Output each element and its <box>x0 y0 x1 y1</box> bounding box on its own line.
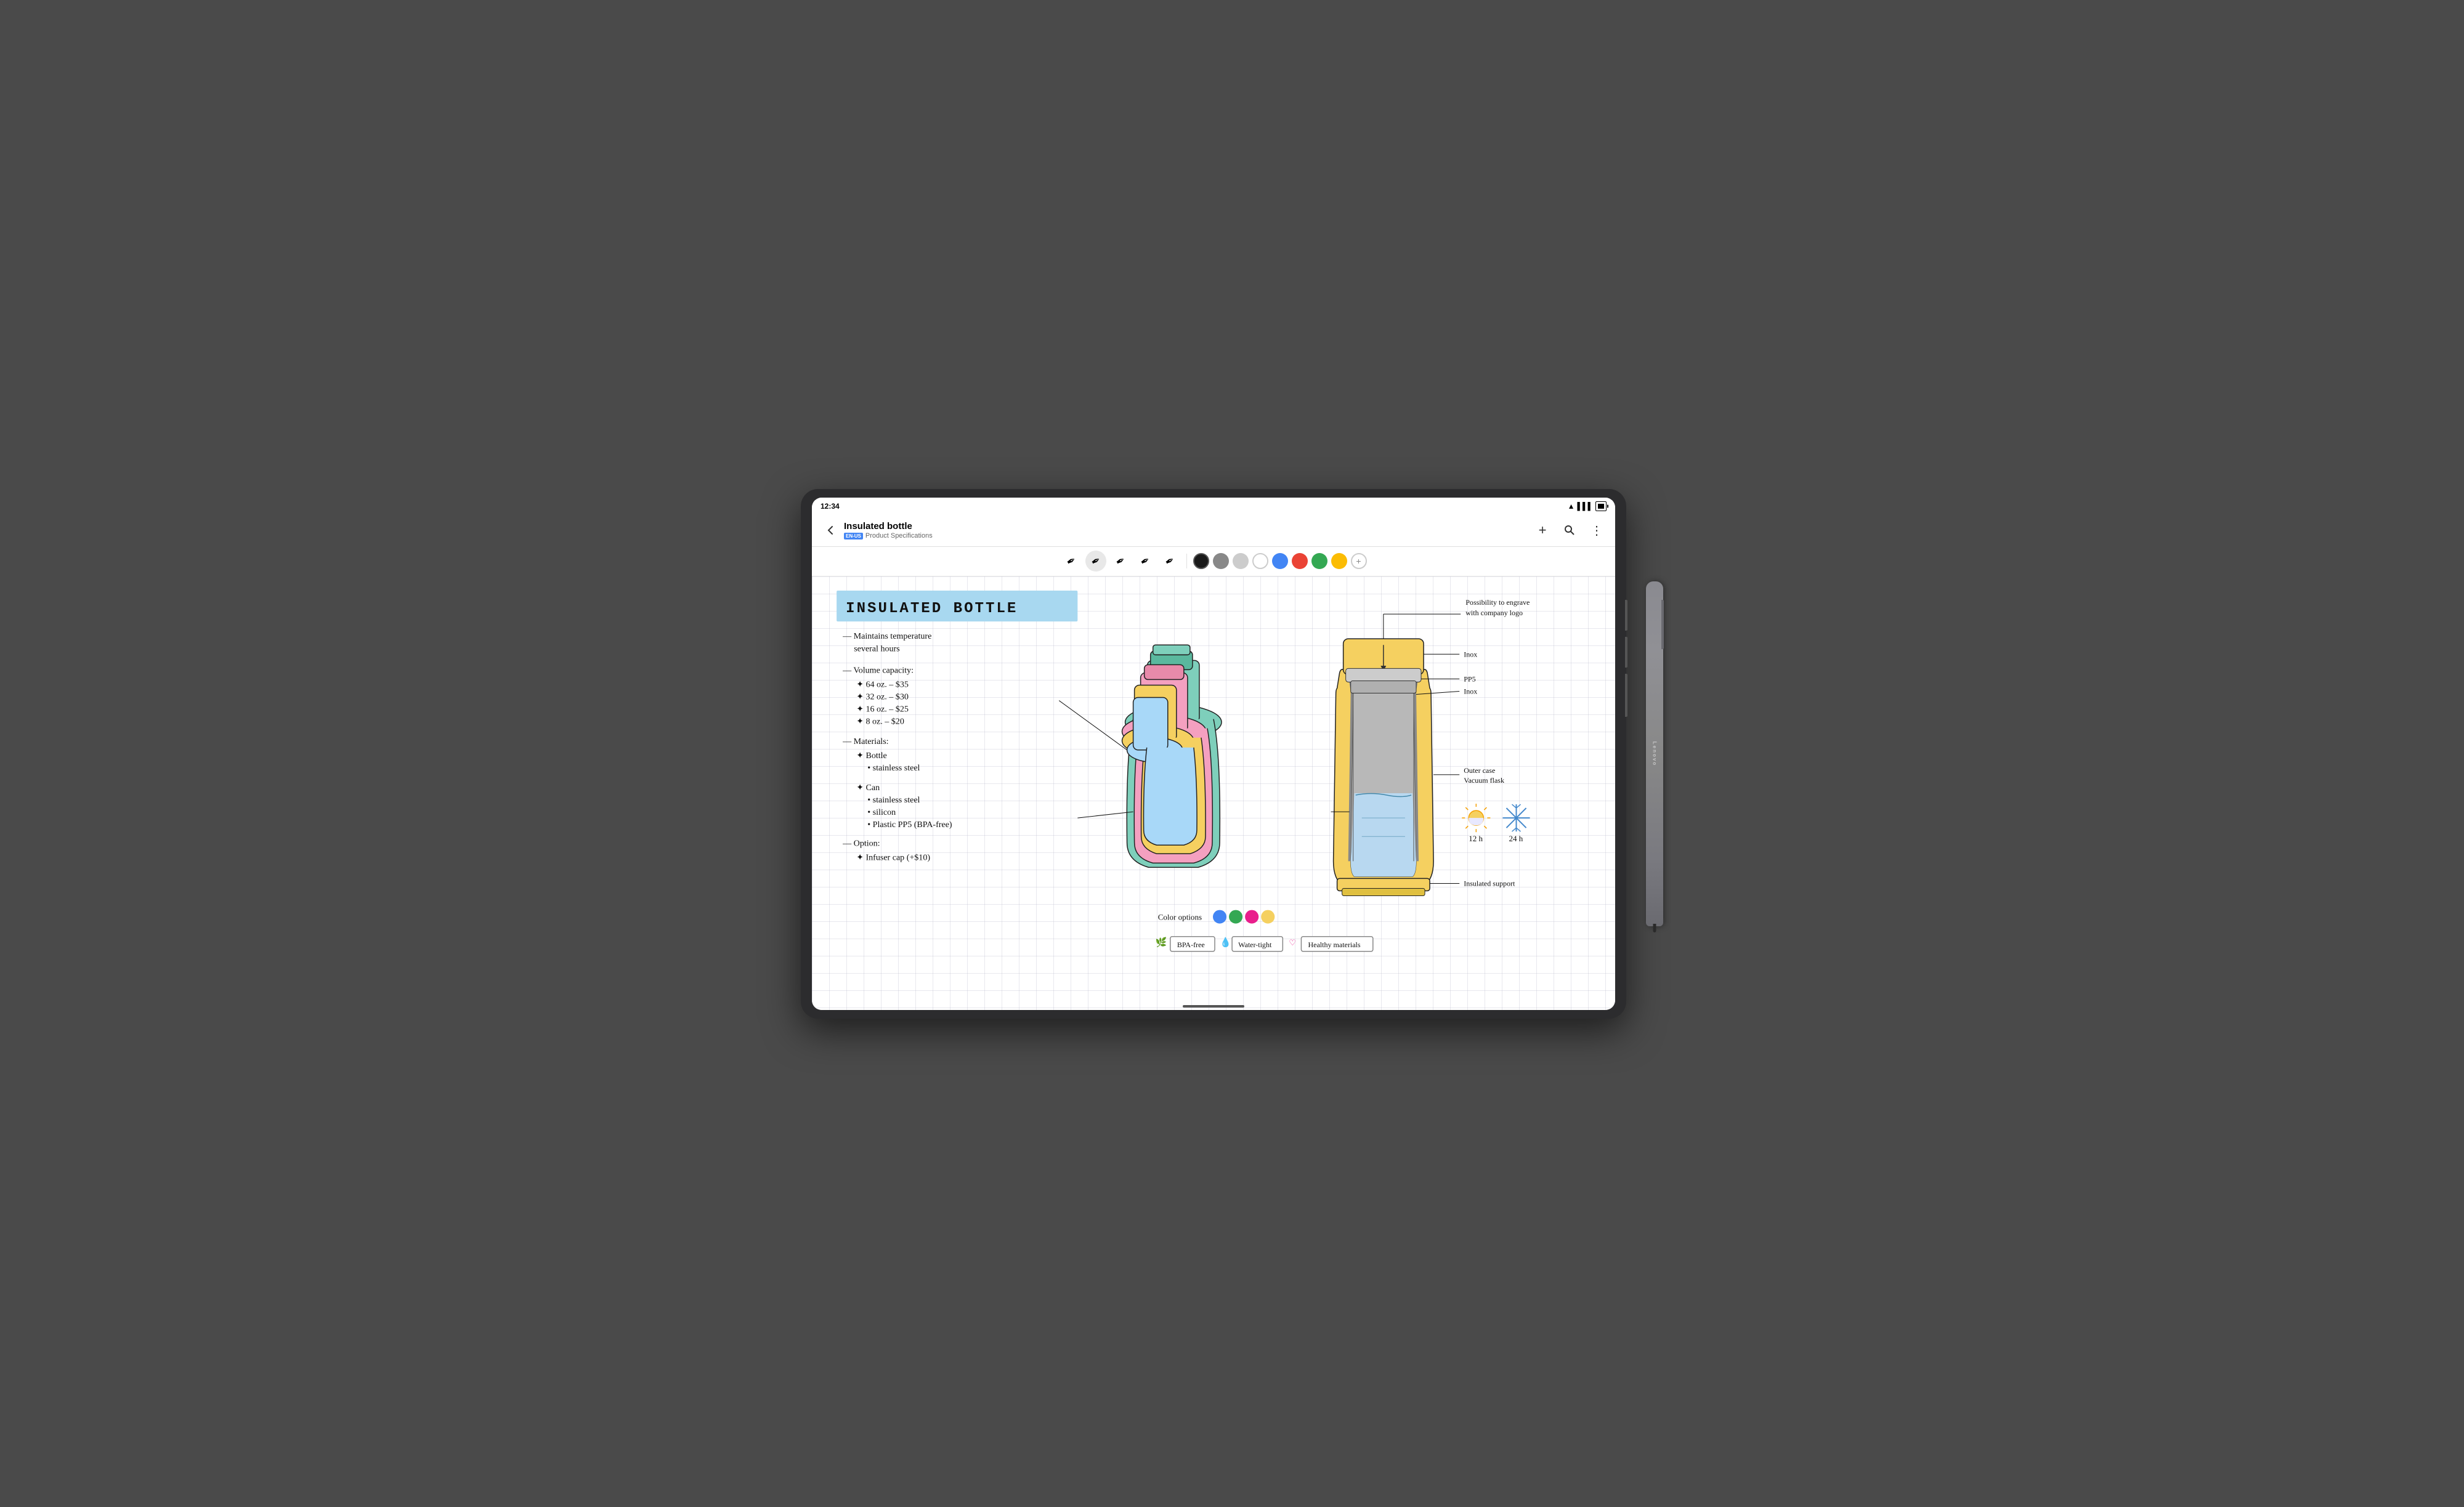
add-button[interactable]: + <box>1531 519 1554 541</box>
status-icons: ▲ ▌▌▌ <box>1568 501 1607 511</box>
more-button[interactable]: ⋮ <box>1586 519 1608 541</box>
color-yellow[interactable] <box>1331 553 1347 569</box>
app-bar-title-area: Insulated bottle EN-US Product Specifica… <box>844 521 1531 539</box>
stylus-tip <box>1653 924 1656 932</box>
stylus-clip <box>1661 600 1664 649</box>
content-area: INSULATED BOTTLE — Maintains temperature… <box>812 576 1615 1010</box>
status-bar: 12:34 ▲ ▌▌▌ <box>812 498 1615 515</box>
app-bar-subtitle-text: Product Specifications <box>865 532 933 539</box>
back-button[interactable] <box>819 519 841 541</box>
pen-tool-1[interactable]: ✒ <box>1056 547 1085 575</box>
stylus: Lenovo <box>1646 581 1663 926</box>
app-bar-title: Insulated bottle <box>844 521 1531 531</box>
tablet-body: 12:34 ▲ ▌▌▌ <box>801 489 1626 1019</box>
pen-tool-5[interactable]: ✒ <box>1155 547 1183 575</box>
pen-tool-4[interactable]: ✒ <box>1130 547 1159 575</box>
color-gray[interactable] <box>1213 553 1229 569</box>
color-light-gray[interactable] <box>1233 553 1249 569</box>
color-blue[interactable] <box>1272 553 1288 569</box>
color-black[interactable] <box>1193 553 1209 569</box>
wifi-icon: ▲ <box>1568 502 1575 511</box>
pen-tool-2[interactable]: ✒ <box>1081 547 1109 575</box>
color-add-button[interactable]: + <box>1351 553 1367 569</box>
status-time: 12:34 <box>821 502 840 511</box>
scene: 12:34 ▲ ▌▌▌ <box>801 489 1663 1019</box>
battery-icon <box>1595 501 1607 511</box>
grid-background <box>812 576 1615 1010</box>
home-bar <box>1183 1005 1244 1008</box>
screen: 12:34 ▲ ▌▌▌ <box>812 498 1615 1010</box>
search-button[interactable] <box>1558 519 1581 541</box>
pen-tool-3[interactable]: ✒ <box>1106 547 1134 575</box>
stylus-brand-label: Lenovo <box>1652 741 1658 766</box>
lang-badge: EN-US <box>844 533 863 539</box>
color-red[interactable] <box>1292 553 1308 569</box>
color-green[interactable] <box>1311 553 1327 569</box>
app-bar: Insulated bottle EN-US Product Specifica… <box>812 515 1615 547</box>
screen-bezel: 12:34 ▲ ▌▌▌ <box>812 498 1615 1010</box>
signal-icon: ▌▌▌ <box>1577 502 1593 511</box>
toolbar: ✒ ✒ ✒ ✒ ✒ + <box>812 547 1615 576</box>
toolbar-divider <box>1186 554 1187 568</box>
app-bar-subtitle: EN-US Product Specifications <box>844 532 1531 539</box>
app-bar-actions: + ⋮ <box>1531 519 1608 541</box>
color-white[interactable] <box>1252 553 1268 569</box>
